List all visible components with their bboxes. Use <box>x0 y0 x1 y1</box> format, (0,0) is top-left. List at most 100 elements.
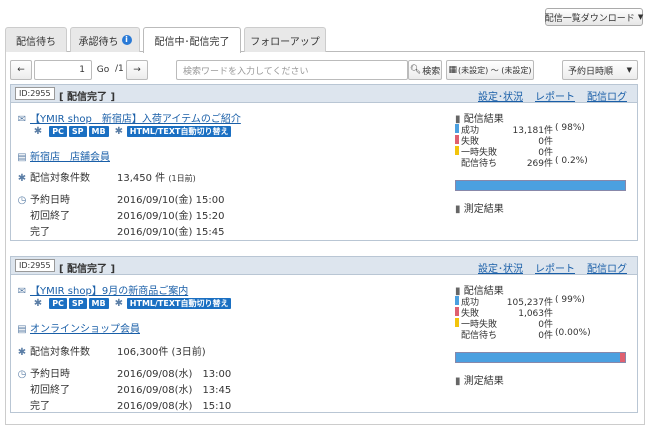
measure-result: ▮ 測定結果 <box>455 200 504 215</box>
result-pct: ( 0.2%) <box>555 156 588 166</box>
result-pct: ( 98%) <box>555 123 585 133</box>
result-row-temp-failed: 一時失敗 0件 <box>455 317 631 330</box>
result-row-waiting: 配信待ち 0件 (0.00%) <box>455 328 631 341</box>
settings-status-link[interactable]: 設定･状況 <box>478 260 523 275</box>
clock-icon: ◷ <box>17 369 27 380</box>
settings-status-link[interactable]: 設定･状況 <box>478 88 523 103</box>
result-label: 配信待ち <box>461 159 498 169</box>
measure-result: ▮ 測定結果 <box>455 372 504 387</box>
device-tag-mb: MB <box>88 126 109 137</box>
tab-follow-up[interactable]: フォローアップ <box>244 27 326 52</box>
download-list-button[interactable]: 配信一覧ダウンロード ▼ <box>545 8 643 26</box>
delivery-log-link[interactable]: 配信ログ <box>587 260 627 275</box>
swatch <box>455 318 459 327</box>
date-range-label: (未設定) 〜 (未設定) <box>457 65 532 75</box>
time-label: 初回終了 <box>30 211 70 222</box>
date-range-button[interactable]: ▦ (未設定) 〜 (未設定) <box>446 60 534 80</box>
delivery-card: ID:2955 [ 配信完了 ] 設定･状況 レポート 配信ログ ✉ 【YMIR … <box>10 256 638 413</box>
result-row-failed: 失敗 0件 <box>455 134 631 147</box>
prev-page-button[interactable]: ← <box>10 60 32 80</box>
go-button[interactable]: Go <box>92 60 114 80</box>
count-days: (3日前) <box>171 347 206 358</box>
member-group-link[interactable]: 新宿店 店舗会員 <box>30 152 110 163</box>
time-value: 2016/09/08(水) 15:10 <box>117 401 232 412</box>
tab-label: 配信待ち <box>16 36 56 48</box>
toolbar: ← 1 Go /1 → 検索ワードを入力してください 🔍︎ 検索 ▦ (未設定) 〜… <box>10 60 640 80</box>
device-tag-mb: MB <box>88 298 109 309</box>
search-input[interactable]: 検索ワードを入力してください <box>176 60 408 80</box>
result-row-failed: 失敗 1,063件 <box>455 306 631 319</box>
page-input[interactable]: 1 <box>34 60 92 80</box>
result-label: 配信待ち <box>461 331 498 341</box>
delivery-status: [ 配信完了 ] <box>59 264 116 275</box>
device-tag-sp: SP <box>68 126 87 137</box>
count-value: 13,450 件 <box>117 173 166 184</box>
delivery-result: ▮ 配信結果 成功 105,237件( 99%) 失敗 1,063件 一時失敗 0件 … <box>455 282 631 363</box>
delivery-result: ▮ 配信結果 成功 13,181件( 98%) 失敗 0件 一時失敗 0件 配信待ち 2… <box>455 110 631 191</box>
go-label: Go <box>96 65 110 75</box>
page-total: /1 <box>115 64 124 74</box>
tab-label: 承認待ち <box>78 36 119 48</box>
arrow-right-icon: → <box>133 65 141 75</box>
swatch <box>455 307 459 316</box>
caret-down-icon: ▼ <box>626 66 632 74</box>
count-label: 配信対象件数 <box>30 347 90 358</box>
caret-down-icon: ▼ <box>637 13 644 21</box>
time-value: 2016/09/10(金) 15:45 <box>117 227 225 238</box>
format-tag: HTML/TEXT自動切り替え <box>126 298 232 309</box>
report-link[interactable]: レポート <box>535 260 575 275</box>
member-group-link[interactable]: オンラインショップ会員 <box>30 324 140 335</box>
measure-label: 測定結果 <box>463 376 504 387</box>
result-row-success: 成功 105,237件( 99%) <box>455 295 631 308</box>
result-progress-bar <box>455 180 626 191</box>
device-tag-pc: PC <box>49 298 67 309</box>
search-icon: 🔍︎ <box>409 65 422 75</box>
clock-icon: ◷ <box>17 195 27 206</box>
time-value: 2016/09/10(金) 15:00 <box>117 195 225 206</box>
format-tag: HTML/TEXT自動切り替え <box>126 126 232 137</box>
envelope-icon: ✉ <box>17 286 27 297</box>
download-label: 配信一覧ダウンロード <box>544 13 635 24</box>
report-link[interactable]: レポート <box>535 88 575 103</box>
result-pct: ( 99%) <box>555 295 585 305</box>
sort-select[interactable]: 予約日時順 ▼ <box>562 60 638 80</box>
result-row-success: 成功 13,181件( 98%) <box>455 123 631 136</box>
tab-approval[interactable]: 承認待ち i <box>70 27 140 52</box>
delivery-status: [ 配信完了 ] <box>59 92 116 103</box>
time-value: 2016/09/08(水) 13:00 <box>117 369 232 380</box>
tab-delivering-completed[interactable]: 配信中･配信完了 <box>143 27 241 53</box>
gear-icon: ✱ <box>114 126 123 137</box>
info-badge-icon: i <box>121 35 132 45</box>
device-tag-pc: PC <box>49 126 67 137</box>
bar-chart-icon: ▮ <box>455 204 461 215</box>
gear-icon: ✱ <box>17 173 27 184</box>
swatch <box>455 135 459 144</box>
delivery-log-link[interactable]: 配信ログ <box>587 88 627 103</box>
group-icon: ▤ <box>17 324 27 335</box>
tab-label: フォローアップ <box>250 36 320 48</box>
mail-subject-link[interactable]: 【YMIR shop】9月の新商品ご案内 <box>30 286 188 297</box>
result-pct: (0.00%) <box>555 328 591 338</box>
search-button[interactable]: 🔍︎ 検索 <box>408 60 442 80</box>
delivery-id: ID:2955 <box>15 87 55 100</box>
search-placeholder: 検索ワードを入力してください <box>183 66 309 77</box>
measure-label: 測定結果 <box>463 204 504 215</box>
envelope-icon: ✉ <box>17 114 27 125</box>
swatch <box>455 124 459 133</box>
next-page-button[interactable]: → <box>126 60 148 80</box>
gear-icon: ✱ <box>114 298 123 309</box>
delivery-id: ID:2955 <box>15 259 55 272</box>
time-value: 2016/09/08(水) 13:45 <box>117 385 232 396</box>
gear-icon: ✱ <box>33 298 43 309</box>
swatch <box>455 146 459 155</box>
result-value: 269件 <box>526 159 553 169</box>
result-row-waiting: 配信待ち 269件( 0.2%) <box>455 156 631 169</box>
tab-bar: 配信待ち 承認待ち i 配信中･配信完了 フォローアップ <box>5 27 645 53</box>
time-label: 初回終了 <box>30 385 70 396</box>
mail-subject-link[interactable]: 【YMIR shop 新宿店】入荷アイテムのご紹介 <box>30 114 241 125</box>
tab-pending[interactable]: 配信待ち <box>5 27 67 52</box>
card-header: ID:2955 [ 配信完了 ] 設定･状況 レポート 配信ログ <box>11 257 637 275</box>
time-label: 予約日時 <box>30 195 70 206</box>
time-label: 完了 <box>30 227 50 238</box>
gear-icon: ✱ <box>17 347 27 358</box>
